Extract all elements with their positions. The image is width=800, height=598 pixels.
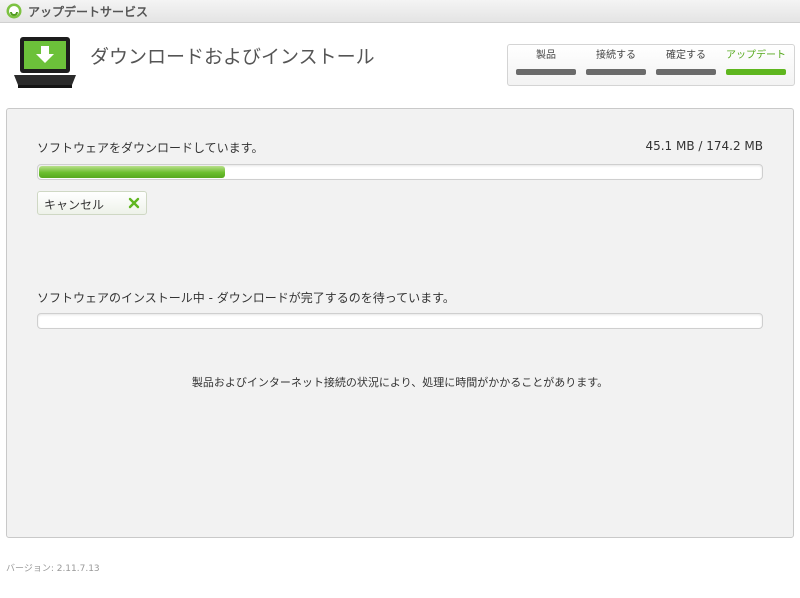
title-bar: アップデートサービス bbox=[0, 0, 800, 23]
cancel-button-label: キャンセル bbox=[44, 198, 105, 212]
close-icon bbox=[128, 197, 140, 209]
step-bar bbox=[516, 69, 576, 75]
step-confirm: 確定する bbox=[655, 49, 717, 75]
install-status-label: ソフトウェアのインストール中 - ダウンロードが完了するのを待っています。 bbox=[37, 291, 455, 305]
download-status-label: ソフトウェアをダウンロードしています。 bbox=[37, 141, 264, 155]
info-note: 製品およびインターネット接続の状況により、処理に時間がかかることがあります。 bbox=[191, 376, 609, 389]
version-label: バージョン: 2.11.7.13 bbox=[6, 564, 100, 574]
step-bar bbox=[656, 69, 716, 75]
step-bar bbox=[586, 69, 646, 75]
install-progress-bar bbox=[37, 313, 763, 329]
step-update: アップデート bbox=[725, 49, 787, 75]
step-label: 製品 bbox=[536, 50, 556, 61]
app-logo-icon bbox=[6, 3, 22, 19]
step-label: アップデート bbox=[726, 50, 786, 61]
step-indicator: 製品 接続する 確定する アップデート bbox=[507, 44, 795, 86]
step-product: 製品 bbox=[515, 49, 577, 75]
step-label: 接続する bbox=[596, 50, 636, 61]
page-title: ダウンロードおよびインストール bbox=[90, 46, 375, 68]
download-size-text: 45.1 MB / 174.2 MB bbox=[645, 139, 763, 153]
step-bar bbox=[726, 69, 786, 75]
step-label: 確定する bbox=[666, 50, 706, 61]
laptop-download-icon bbox=[14, 37, 76, 88]
header: ダウンロードおよびインストール 製品 接続する 確定する アップデート bbox=[0, 23, 800, 103]
main-panel: ソフトウェアをダウンロードしています。 45.1 MB / 174.2 MB キ… bbox=[6, 108, 794, 538]
window-title: アップデートサービス bbox=[28, 5, 149, 19]
download-progress-bar bbox=[37, 164, 763, 180]
step-connect: 接続する bbox=[585, 49, 647, 75]
download-progress-fill bbox=[39, 166, 225, 178]
cancel-button[interactable]: キャンセル bbox=[37, 191, 147, 215]
